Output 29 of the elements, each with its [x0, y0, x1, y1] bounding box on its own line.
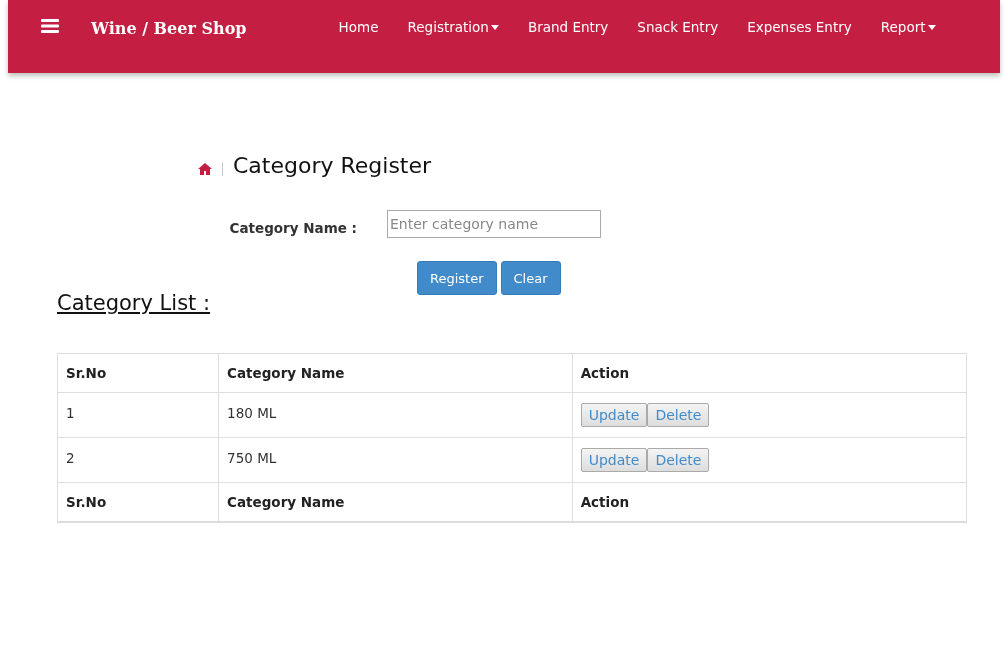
clear-button[interactable]: Clear	[500, 261, 561, 295]
nav-link[interactable]: Report	[866, 16, 950, 38]
table-cell: 2	[57, 437, 219, 483]
nav-link[interactable]: Registration	[393, 16, 514, 38]
column-header: Sr.No	[57, 353, 219, 393]
nav-link[interactable]: Expenses Entry	[732, 16, 867, 38]
update-button[interactable]: Update	[580, 448, 648, 472]
table-cell: 180 ML	[218, 392, 573, 438]
nav-link[interactable]: Home	[324, 16, 393, 38]
menu-icon[interactable]	[41, 19, 59, 33]
home-icon[interactable]	[198, 162, 212, 175]
field-label: Category Name :	[228, 220, 358, 236]
table-cell: 1	[57, 392, 219, 438]
column-header: Category Name	[218, 353, 573, 393]
delete-button[interactable]: Delete	[647, 448, 710, 472]
column-footer: Sr.No	[57, 482, 219, 522]
delete-button[interactable]: Delete	[647, 403, 710, 427]
nav-link[interactable]: Brand Entry	[513, 16, 623, 38]
caret-icon	[490, 24, 499, 30]
column-header: Action	[572, 353, 967, 393]
update-button[interactable]: Update	[580, 403, 648, 427]
brand-name[interactable]: Wine / Beer Shop	[91, 19, 247, 38]
page-title: Category Register	[233, 153, 432, 178]
register-button[interactable]: Register	[417, 261, 497, 295]
list-title: Category List :	[57, 291, 211, 315]
caret-icon	[927, 24, 936, 30]
category-name-field[interactable]: Enter category name	[387, 210, 601, 238]
nav-link[interactable]: Snack Entry	[622, 16, 733, 38]
table-cell: 750 ML	[218, 437, 573, 483]
